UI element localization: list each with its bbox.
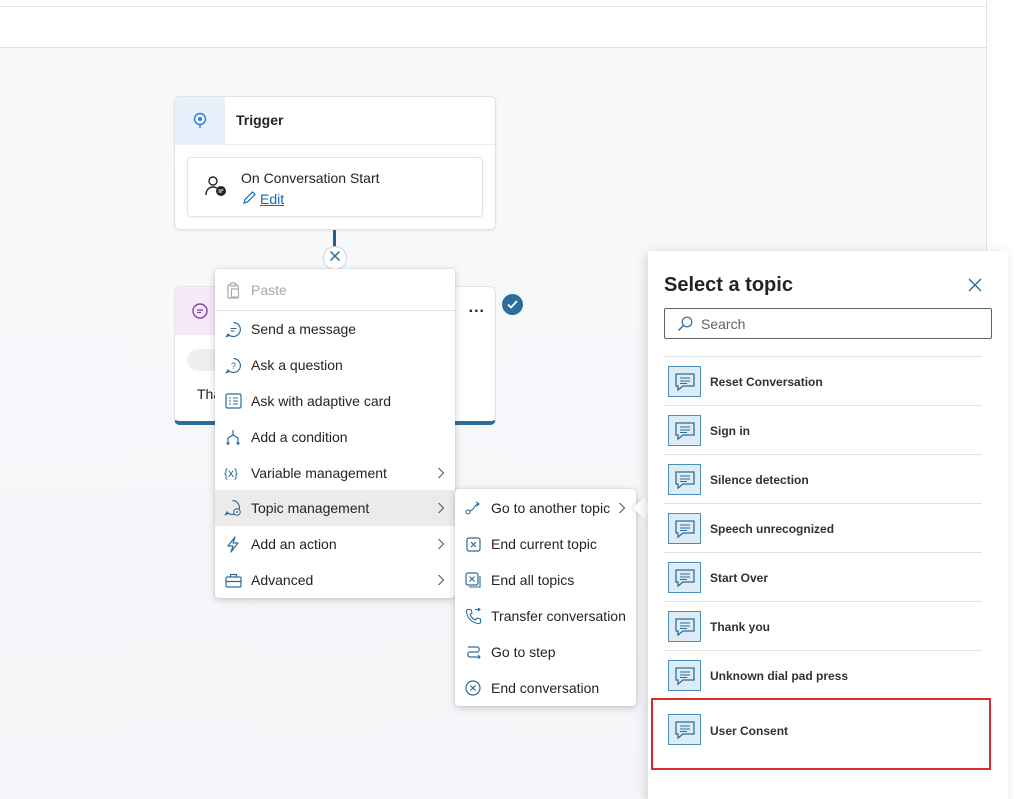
topic-chat-icon bbox=[668, 660, 701, 691]
menu-item-paste[interactable]: Paste bbox=[215, 272, 455, 308]
submenu-item-end-current-topic[interactable]: End current topic bbox=[455, 526, 636, 562]
topic-item-speech-unrecognized[interactable]: Speech unrecognized bbox=[664, 503, 982, 552]
menu-item-variable-management[interactable]: {x} Variable management bbox=[215, 455, 455, 491]
redirect-icon bbox=[464, 499, 482, 517]
menu-item-ask-question[interactable]: ? Ask a question bbox=[215, 347, 455, 383]
panel-close-button[interactable] bbox=[966, 278, 984, 296]
panel-title: Select a topic bbox=[664, 274, 793, 296]
edit-label: Edit bbox=[260, 191, 285, 207]
topic-search-input[interactable] bbox=[699, 314, 959, 333]
topic-search-box[interactable] bbox=[664, 308, 992, 339]
message-icon bbox=[224, 320, 242, 338]
trigger-header: Trigger bbox=[175, 97, 495, 145]
submenu-item-go-to-step[interactable]: Go to step bbox=[455, 634, 636, 670]
end-topic-icon bbox=[464, 535, 482, 553]
topic-item-reset-conversation[interactable]: Reset Conversation bbox=[664, 356, 982, 405]
phone-transfer-icon bbox=[464, 607, 482, 625]
topic-item-thank-you[interactable]: Thank you bbox=[664, 601, 982, 650]
svg-text:{x}: {x} bbox=[224, 466, 238, 480]
menu-item-topic-management[interactable]: Topic management bbox=[215, 490, 455, 526]
trigger-title: Trigger bbox=[236, 112, 284, 128]
trigger-node[interactable]: Trigger On Conversation Start Edit bbox=[174, 96, 496, 230]
topic-chat-icon bbox=[668, 366, 701, 397]
top-bar bbox=[0, 0, 986, 48]
topic-item-user-consent[interactable]: User Consent bbox=[651, 698, 991, 770]
menu-item-add-condition[interactable]: Add a condition bbox=[215, 419, 455, 455]
adaptive-card-icon bbox=[224, 392, 242, 410]
chevron-right-icon bbox=[618, 501, 626, 517]
chevron-right-icon bbox=[437, 573, 445, 589]
paste-icon bbox=[224, 281, 242, 299]
topic-item-unknown-dial-pad-press[interactable]: Unknown dial pad press bbox=[664, 650, 982, 699]
search-icon bbox=[677, 316, 693, 332]
question-icon: ? bbox=[224, 356, 242, 374]
pencil-icon bbox=[242, 190, 257, 208]
go-to-step-icon bbox=[464, 643, 482, 661]
topic-management-submenu: Go to another topic End current topic En… bbox=[455, 489, 636, 706]
submenu-item-end-conversation[interactable]: End conversation bbox=[455, 670, 636, 706]
menu-item-send-message[interactable]: Send a message bbox=[215, 311, 455, 347]
topic-chat-icon bbox=[668, 513, 701, 544]
trigger-event-card[interactable]: On Conversation Start Edit bbox=[187, 157, 483, 217]
close-icon bbox=[329, 249, 341, 267]
edit-link[interactable]: Edit bbox=[242, 190, 284, 208]
topic-item-sign-in[interactable]: Sign in bbox=[664, 405, 982, 454]
end-conversation-icon bbox=[464, 679, 482, 697]
topic-item-silence-detection[interactable]: Silence detection bbox=[664, 454, 982, 503]
trigger-icon bbox=[175, 97, 225, 145]
topic-chat-icon bbox=[668, 464, 701, 495]
more-options-button[interactable]: ... bbox=[469, 299, 485, 317]
chevron-right-icon bbox=[437, 501, 445, 517]
add-node-menu: Paste Send a message ? Ask a question As… bbox=[215, 269, 455, 598]
submenu-item-go-to-topic[interactable]: Go to another topic bbox=[455, 490, 636, 526]
menu-item-adaptive-card[interactable]: Ask with adaptive card bbox=[215, 383, 455, 419]
person-chat-icon bbox=[204, 175, 228, 202]
close-icon bbox=[968, 278, 982, 297]
svg-text:?: ? bbox=[231, 361, 236, 371]
chevron-right-icon bbox=[437, 466, 445, 482]
topic-chat-icon bbox=[668, 415, 701, 446]
toolbox-icon bbox=[224, 571, 242, 589]
end-all-icon bbox=[464, 571, 482, 589]
topic-item-start-over[interactable]: Start Over bbox=[664, 552, 982, 601]
select-topic-panel: Select a topic Reset Conversation Sign i… bbox=[648, 251, 1008, 799]
chevron-right-icon bbox=[437, 537, 445, 553]
menu-item-advanced[interactable]: Advanced bbox=[215, 562, 455, 598]
topic-chat-icon bbox=[668, 611, 701, 642]
check-icon bbox=[502, 294, 523, 315]
topic-chat-icon bbox=[668, 714, 701, 745]
topic-list: Reset Conversation Sign in Silence detec… bbox=[651, 356, 991, 770]
trigger-event-name: On Conversation Start bbox=[241, 170, 380, 186]
topic-icon bbox=[224, 499, 242, 517]
submenu-item-end-all-topics[interactable]: End all topics bbox=[455, 562, 636, 598]
topic-chat-icon bbox=[668, 562, 701, 593]
menu-item-add-action[interactable]: Add an action bbox=[215, 526, 455, 562]
lightning-icon bbox=[224, 535, 242, 553]
close-menu-button[interactable] bbox=[323, 246, 347, 270]
variable-icon: {x} bbox=[224, 464, 242, 482]
submenu-item-transfer-conversation[interactable]: Transfer conversation bbox=[455, 598, 636, 634]
condition-icon bbox=[224, 428, 242, 446]
